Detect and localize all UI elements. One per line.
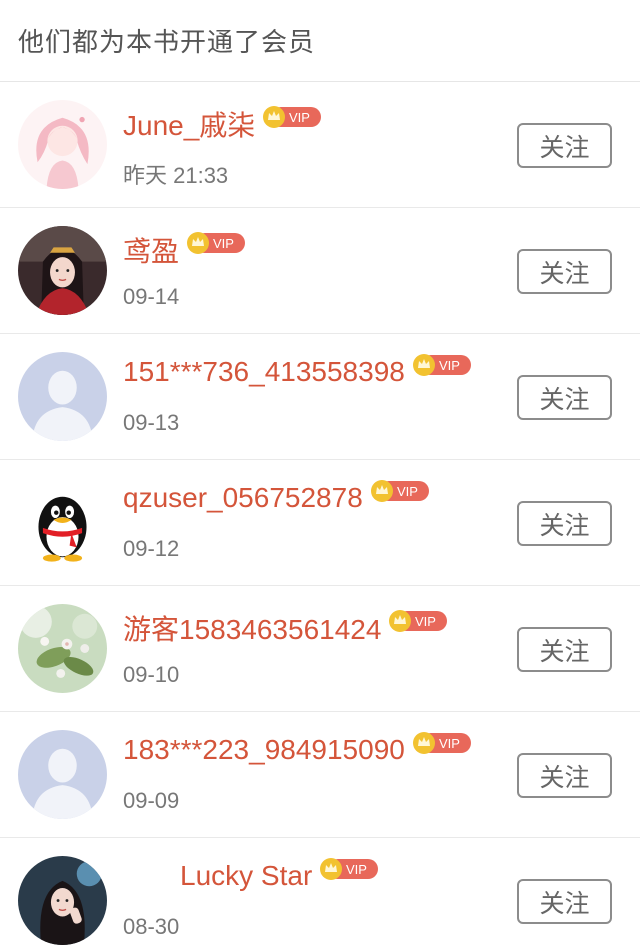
default-person-avatar[interactable] [18, 730, 107, 819]
vip-label: VIP [439, 736, 460, 751]
qq-penguin-avatar[interactable] [18, 478, 107, 567]
member-time: 09-12 [123, 536, 180, 561]
vip-crown-icon: VIP [263, 105, 322, 129]
page-header: 他们都为本书开通了会员 [0, 0, 640, 82]
vip-label: VIP [415, 614, 436, 629]
member-name[interactable]: 183***223_984915090 [123, 734, 405, 766]
follow-button[interactable]: 关注 [517, 375, 612, 420]
member-time: 09-09 [123, 788, 180, 813]
member-name[interactable]: qzuser_056752878 [123, 482, 363, 514]
vip-crown-icon: VIP [412, 731, 471, 755]
list-item: 151***736_413558398 VIP 09-13 关注 [0, 334, 640, 460]
vip-label: VIP [346, 862, 367, 877]
follow-button[interactable]: 关注 [517, 249, 612, 294]
follow-button[interactable]: 关注 [517, 879, 612, 924]
vip-crown-icon: VIP [187, 231, 246, 255]
member-name[interactable]: Lucky Star [180, 860, 312, 892]
follow-button[interactable]: 关注 [517, 501, 612, 546]
vip-crown-icon: VIP [370, 479, 429, 503]
list-item: 183***223_984915090 VIP 09-09 关注 [0, 712, 640, 838]
member-list: June_戚柒 VIP 昨天 21:33 关注 鸢盈 VIP 09-14 关注 … [0, 82, 640, 949]
follow-button[interactable]: 关注 [517, 627, 612, 672]
list-item: 鸢盈 VIP 09-14 关注 [0, 208, 640, 334]
costume-portrait-avatar[interactable] [18, 226, 107, 315]
member-time: 09-14 [123, 284, 180, 309]
vip-crown-icon: VIP [389, 609, 448, 633]
list-item: qzuser_056752878 VIP 09-12 关注 [0, 460, 640, 586]
anime-girl-avatar[interactable] [18, 100, 107, 189]
default-person-avatar[interactable] [18, 352, 107, 441]
follow-button[interactable]: 关注 [517, 753, 612, 798]
member-name[interactable]: 游客1583463561424 [123, 608, 381, 648]
list-item: Lucky Star VIP 08-30 关注 [0, 838, 640, 949]
member-time: 09-13 [123, 410, 180, 435]
list-item: 游客1583463561424 VIP 09-10 关注 [0, 586, 640, 712]
vip-crown-icon: VIP [412, 353, 471, 377]
vip-label: VIP [213, 236, 234, 251]
member-name[interactable]: 鸢盈 [123, 230, 179, 270]
page-title: 他们都为本书开通了会员 [18, 27, 316, 57]
follow-button[interactable]: 关注 [517, 123, 612, 168]
vip-label: VIP [397, 484, 418, 499]
flowers-avatar[interactable] [18, 604, 107, 693]
vip-label: VIP [439, 358, 460, 373]
list-item: June_戚柒 VIP 昨天 21:33 关注 [0, 82, 640, 208]
member-name[interactable]: June_戚柒 [123, 104, 255, 144]
member-name[interactable]: 151***736_413558398 [123, 356, 405, 388]
member-time: 昨天 21:33 [123, 163, 229, 188]
member-time: 08-30 [123, 914, 180, 939]
vip-crown-icon: VIP [320, 857, 379, 881]
vip-label: VIP [289, 110, 310, 125]
member-time: 09-10 [123, 662, 180, 687]
girl-photo-avatar[interactable] [18, 856, 107, 945]
